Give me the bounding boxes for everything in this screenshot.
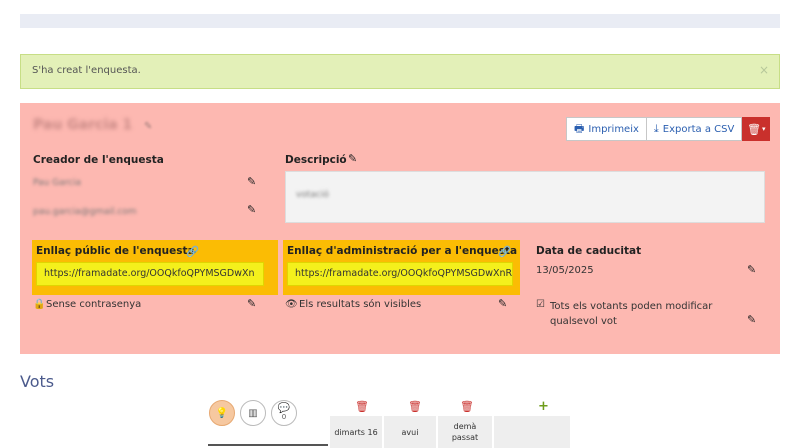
admin-link-label: Enllaç d'administració per a l'enquesta <box>287 245 518 257</box>
column-header-add <box>494 416 570 448</box>
export-csv-button[interactable]: ⤓ Exporta a CSV <box>646 117 743 141</box>
edit-title-pencil-icon[interactable]: ✎ <box>144 121 152 132</box>
lightbulb-icon: 💡 <box>215 407 229 419</box>
column-header-dema-passat: demà passat <box>438 416 492 448</box>
creator-name: Pau Garcia <box>33 178 82 188</box>
comment-icon: 💬 <box>277 403 291 414</box>
link-icon: 🔗 <box>186 246 200 258</box>
edit-email-pencil-icon[interactable]: ✎ <box>247 203 256 216</box>
results-visibility: Els resultats són visibles <box>299 299 422 310</box>
poll-actions: 🖶 Imprimeix ⤓ Exporta a CSV 🗑 ▾ <box>566 117 771 141</box>
lightbulb-button[interactable]: 💡 <box>209 400 235 426</box>
edit-modify-pencil-icon[interactable]: ✎ <box>747 313 756 326</box>
poll-admin-panel: Pau Garcia 1 ✎ 🖶 Imprimeix ⤓ Exporta a C… <box>20 103 780 354</box>
password-status: Sense contrasenya <box>46 299 142 310</box>
checkbox-edit-icon: ☑ <box>536 299 545 310</box>
comment-count: 0 <box>281 413 287 421</box>
add-column-plus-icon[interactable]: + <box>538 399 549 414</box>
export-label: Exporta a CSV <box>662 123 735 135</box>
expiry-label: Data de caducitat <box>536 245 642 257</box>
admin-link-box: Enllaç d'administració per a l'enquesta … <box>283 240 520 295</box>
column-header-dimarts-16: dimarts 16 <box>330 416 382 448</box>
creator-label: Creador de l'enquesta <box>33 154 164 166</box>
admin-link-input[interactable]: https://framadate.org/OOQkfoQPYMSGDwXnRE <box>287 262 513 286</box>
delete-column-1-trash-icon[interactable]: 🗑 <box>355 400 369 413</box>
trash-icon: 🗑 <box>747 123 762 136</box>
modify-rule: Tots els votants poden modificar qualsev… <box>550 301 713 327</box>
delete-column-3-trash-icon[interactable]: 🗑 <box>460 400 474 413</box>
column-label-line1: demà <box>453 422 477 431</box>
description-box[interactable]: votació <box>285 171 765 223</box>
delete-dropdown-button[interactable]: 🗑 ▾ <box>742 117 771 141</box>
edit-expiry-pencil-icon[interactable]: ✎ <box>747 263 756 276</box>
description-text: votació <box>296 190 329 200</box>
close-icon[interactable]: × <box>759 63 769 77</box>
table-divider <box>208 444 328 446</box>
column-label: avui <box>401 427 419 437</box>
lock-icon: 🔒 <box>33 299 46 310</box>
bar-chart-icon: ▥ <box>248 407 258 419</box>
caret-down-icon: ▾ <box>762 126 766 133</box>
delete-column-2-trash-icon[interactable]: 🗑 <box>408 400 422 413</box>
alert-message: S'ha creat l'enquesta. <box>32 65 141 76</box>
public-link-input[interactable]: https://framadate.org/OOQkfoQPYMSGDwXn <box>36 262 264 286</box>
success-alert: S'ha creat l'enquesta. × <box>20 54 780 89</box>
printer-icon: 🖶 <box>574 121 585 135</box>
creator-email: pau.garcia@gmail.com <box>33 207 137 217</box>
eye-icon: 👁 <box>285 299 298 310</box>
poll-title: Pau Garcia 1 <box>33 117 133 133</box>
column-label: dimarts 16 <box>334 427 378 437</box>
public-link-label: Enllaç públic de l'enquesta <box>36 245 195 257</box>
edit-password-pencil-icon[interactable]: ✎ <box>247 297 256 310</box>
comments-button[interactable]: 💬 0 <box>271 400 297 426</box>
column-header-avui: avui <box>384 416 436 448</box>
top-bar <box>20 14 780 28</box>
link-icon: 🔗 <box>498 246 512 258</box>
print-button[interactable]: 🖶 Imprimeix <box>566 117 647 141</box>
public-link-box: Enllaç públic de l'enquesta 🔗 https://fr… <box>32 240 278 295</box>
column-label-line2: passat <box>451 433 479 442</box>
edit-results-pencil-icon[interactable]: ✎ <box>498 297 507 310</box>
expiry-date: 13/05/2025 <box>536 265 594 276</box>
votes-heading: Vots <box>20 372 55 391</box>
edit-name-pencil-icon[interactable]: ✎ <box>247 175 256 188</box>
description-label: Descripció <box>285 154 347 166</box>
print-label: Imprimeix <box>588 123 639 135</box>
chart-button[interactable]: ▥ <box>240 400 266 426</box>
download-icon: ⤓ <box>653 122 659 135</box>
edit-description-pencil-icon[interactable]: ✎ <box>348 152 357 165</box>
